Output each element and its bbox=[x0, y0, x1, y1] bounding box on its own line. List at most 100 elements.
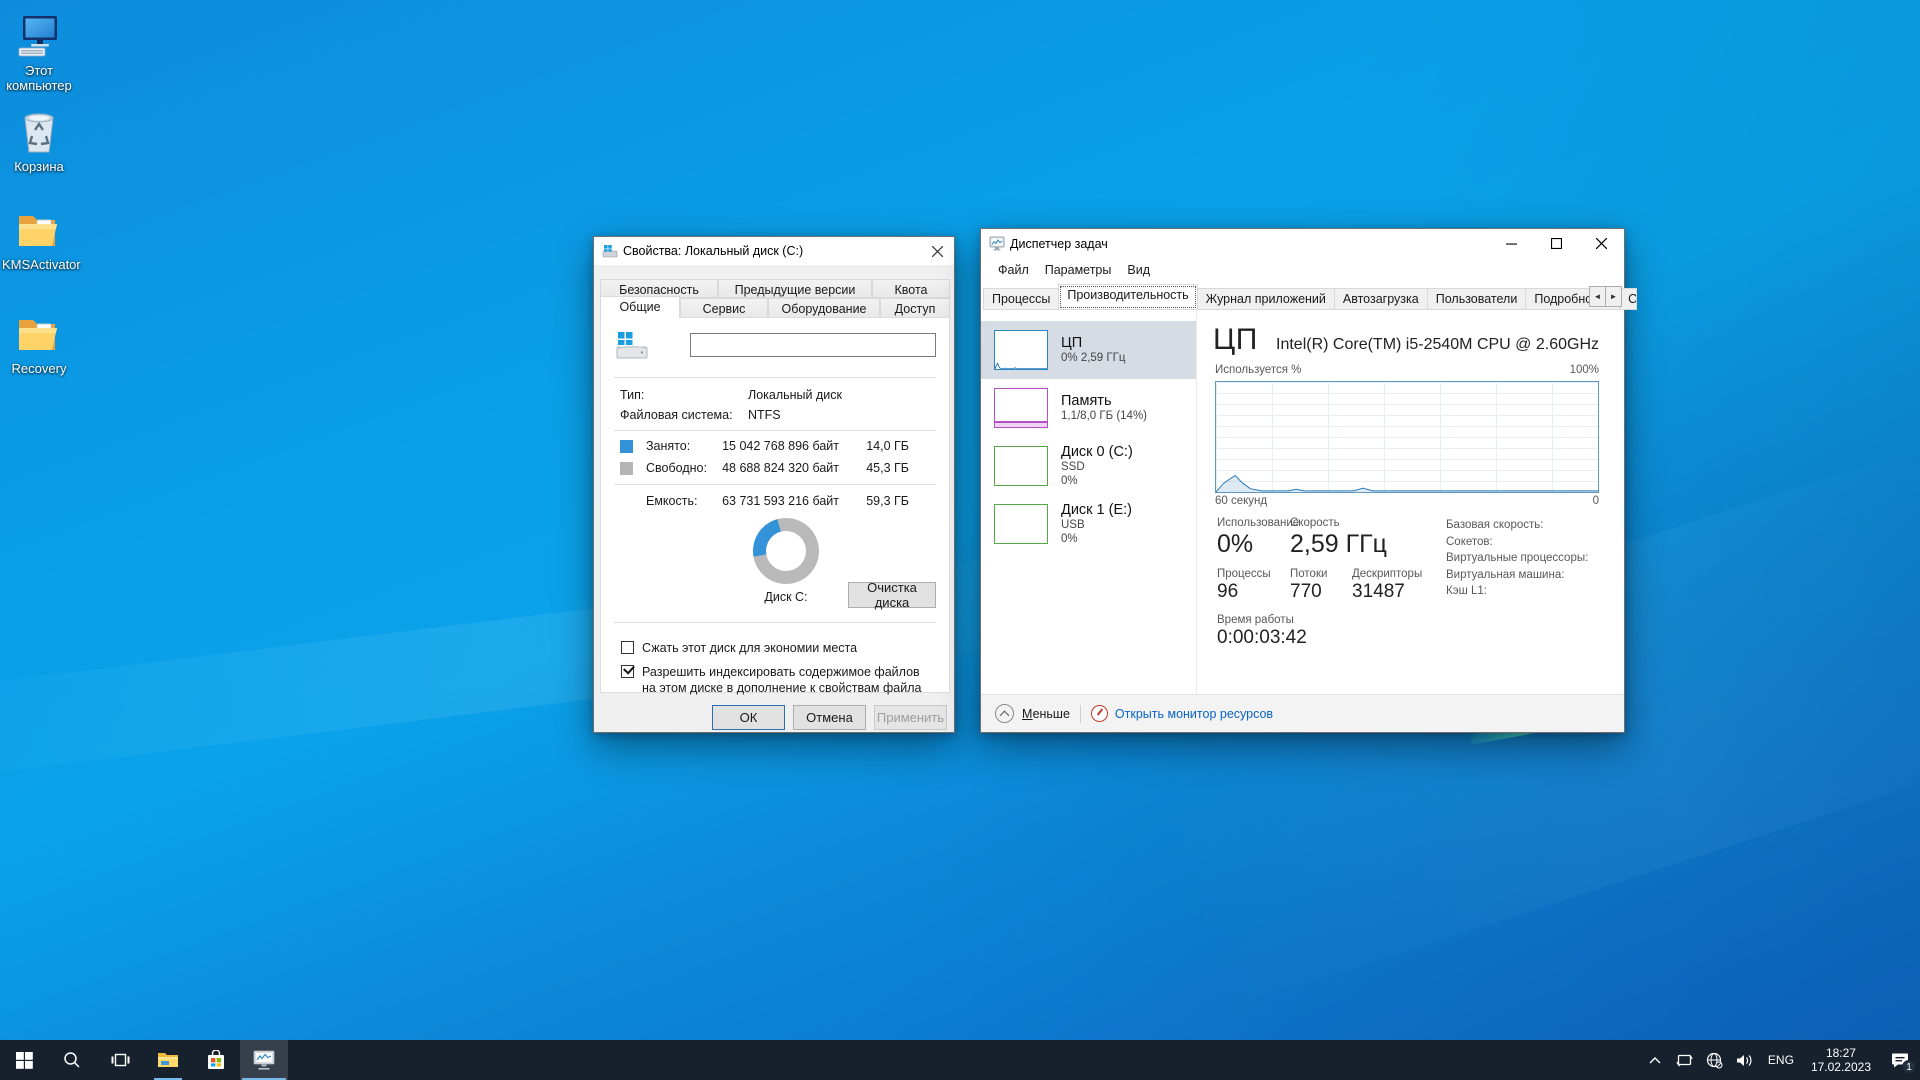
used-bytes: 15 042 768 896 байт bbox=[722, 439, 839, 453]
compress-checkbox-label: Сжать этот диск для экономии места bbox=[642, 640, 857, 656]
task-view-icon bbox=[111, 1052, 130, 1068]
close-icon[interactable] bbox=[920, 237, 954, 265]
chart-x-end: 0 bbox=[1593, 495, 1599, 507]
tm-menubar: Файл Параметры Вид bbox=[981, 258, 1624, 282]
search-button[interactable] bbox=[48, 1040, 96, 1080]
show-hidden-icons-button[interactable] bbox=[1640, 1040, 1670, 1080]
sidebar-item-memory[interactable]: Память 1,1/8,0 ГБ (14%) bbox=[981, 379, 1196, 437]
microsoft-store-icon bbox=[207, 1050, 225, 1070]
cpu-heading: ЦП bbox=[1213, 323, 1258, 357]
filesystem-value: NTFS bbox=[748, 408, 781, 422]
clock[interactable]: 18:27 17.02.2023 bbox=[1802, 1046, 1880, 1074]
tab-scroll-right-icon[interactable]: ► bbox=[1605, 286, 1622, 307]
desktop-icon-this-pc[interactable]: Этот компьютер bbox=[2, 12, 76, 93]
task-manager-window: Диспетчер задач Файл Параметры Вид Проце… bbox=[980, 228, 1625, 733]
tab-row-front: Общие Сервис Оборудование Доступ bbox=[600, 298, 950, 318]
disk1-mini-graph bbox=[994, 504, 1048, 544]
close-icon[interactable] bbox=[1579, 229, 1624, 258]
divider bbox=[614, 484, 936, 485]
tab-performance[interactable]: Производительность bbox=[1058, 284, 1197, 310]
menu-file[interactable]: Файл bbox=[990, 260, 1037, 280]
indexing-checkbox[interactable] bbox=[621, 665, 634, 678]
task-manager-taskbar-button[interactable] bbox=[240, 1040, 288, 1080]
sidebar-item-disk0[interactable]: Диск 0 (C:) SSD 0% bbox=[981, 437, 1196, 495]
language-indicator[interactable]: ENG bbox=[1760, 1053, 1802, 1067]
tab-hardware[interactable]: Оборудование bbox=[768, 298, 880, 317]
tab-users[interactable]: Пользователи bbox=[1427, 288, 1527, 310]
action-center-button[interactable]: 1 bbox=[1880, 1040, 1920, 1080]
sidebar-item-disk1[interactable]: Диск 1 (E:) USB 0% bbox=[981, 495, 1196, 553]
folder-icon bbox=[15, 206, 63, 254]
desktop-icon-recycle-bin[interactable]: Корзина bbox=[2, 108, 76, 174]
cpu-usage-chart bbox=[1215, 381, 1599, 493]
cpu-stats: Использование 0% Скорость 2,59 ГГц Проце… bbox=[1217, 517, 1422, 649]
maximize-icon[interactable] bbox=[1534, 229, 1579, 258]
disk-cleanup-button[interactable]: Очистка диска bbox=[848, 582, 936, 608]
tab-processes[interactable]: Процессы bbox=[983, 288, 1059, 310]
compress-checkbox[interactable] bbox=[621, 641, 634, 654]
ok-button[interactable]: ОК bbox=[712, 705, 785, 730]
speaker-icon bbox=[1736, 1053, 1753, 1068]
task-view-button[interactable] bbox=[96, 1040, 144, 1080]
dialog-titlebar: Свойства: Локальный диск (C:) bbox=[594, 237, 954, 265]
menu-view[interactable]: Вид bbox=[1119, 260, 1158, 280]
tm-titlebar: Диспетчер задач bbox=[981, 229, 1624, 258]
tab-quota[interactable]: Квота bbox=[872, 279, 950, 298]
system-tray: ENG 18:27 17.02.2023 1 bbox=[1640, 1040, 1920, 1080]
fewer-details-button[interactable]: Меньше bbox=[995, 704, 1070, 723]
divider bbox=[614, 622, 936, 623]
tab-scroll-left-icon[interactable]: ◄ bbox=[1589, 286, 1606, 307]
tab-general[interactable]: Общие bbox=[600, 296, 680, 318]
tab-tools[interactable]: Сервис bbox=[680, 298, 768, 317]
volume-tray-icon[interactable] bbox=[1730, 1040, 1760, 1080]
sidebar-item-cpu[interactable]: ЦП 0% 2,59 ГГц bbox=[981, 321, 1196, 379]
tab-previous-versions[interactable]: Предыдущие версии bbox=[718, 279, 872, 298]
globe-no-internet-icon bbox=[1706, 1052, 1723, 1069]
chart-y-label: Используется % bbox=[1215, 364, 1301, 376]
menu-options[interactable]: Параметры bbox=[1037, 260, 1120, 280]
open-resource-monitor-link[interactable]: Открыть монитор ресурсов bbox=[1115, 707, 1273, 721]
drive-icon bbox=[602, 243, 618, 259]
windows-logo-icon bbox=[16, 1052, 33, 1069]
type-row: Тип: Локальный диск bbox=[620, 388, 644, 402]
minimize-icon[interactable] bbox=[1489, 229, 1534, 258]
free-swatch bbox=[620, 462, 633, 475]
general-tab-page: Тип: Локальный диск Файловая система: NT… bbox=[600, 317, 950, 693]
clock-date: 17.02.2023 bbox=[1811, 1060, 1871, 1074]
display-device-tray-icon[interactable] bbox=[1670, 1040, 1700, 1080]
used-size: 14,0 ГБ bbox=[866, 439, 909, 453]
cancel-button[interactable]: Отмена bbox=[793, 705, 866, 730]
dialog-buttons: ОК Отмена Применить bbox=[712, 705, 947, 730]
compress-checkbox-row[interactable]: Сжать этот диск для экономии места bbox=[621, 640, 935, 656]
start-button[interactable] bbox=[0, 1040, 48, 1080]
desktop-icon-recovery[interactable]: Recovery bbox=[2, 310, 76, 376]
notification-badge: 1 bbox=[1902, 1060, 1916, 1074]
performance-sidebar: ЦП 0% 2,59 ГГц Память 1,1/8,0 ГБ (14%) Д… bbox=[981, 311, 1197, 694]
tab-app-history[interactable]: Журнал приложений bbox=[1197, 288, 1335, 310]
properties-tab-control: Безопасность Предыдущие версии Квота Общ… bbox=[600, 279, 950, 318]
indexing-checkbox-label: Разрешить индексировать содержимое файло… bbox=[642, 664, 935, 697]
desktop-icon-kmsactivator[interactable]: KMSActivator bbox=[2, 206, 76, 272]
resource-monitor-icon bbox=[1091, 705, 1108, 722]
microsoft-store-button[interactable] bbox=[192, 1040, 240, 1080]
free-size: 45,3 ГБ bbox=[866, 461, 909, 475]
disk0-mini-graph bbox=[994, 446, 1048, 486]
cpu-panel: ЦП Intel(R) Core(TM) i5-2540M CPU @ 2.60… bbox=[1197, 311, 1624, 694]
tab-startup[interactable]: Автозагрузка bbox=[1334, 288, 1428, 310]
apply-button[interactable]: Применить bbox=[874, 705, 947, 730]
used-space-row: Занято: 15 042 768 896 байт 14,0 ГБ bbox=[620, 439, 937, 455]
free-bytes: 48 688 824 320 байт bbox=[722, 461, 839, 475]
disk-c-label: Диск C: bbox=[721, 590, 851, 604]
disk-properties-dialog: Свойства: Локальный диск (C:) Безопаснос… bbox=[593, 236, 955, 733]
task-manager-icon bbox=[989, 236, 1005, 252]
tm-title: Диспетчер задач bbox=[1010, 237, 1108, 251]
handles-value: 31487 bbox=[1352, 581, 1422, 603]
volume-label-input[interactable] bbox=[690, 333, 936, 357]
indexing-checkbox-row[interactable]: Разрешить индексировать содержимое файло… bbox=[621, 664, 935, 697]
tab-sharing[interactable]: Доступ bbox=[880, 298, 950, 317]
file-explorer-button[interactable] bbox=[144, 1040, 192, 1080]
network-tray-icon[interactable] bbox=[1700, 1040, 1730, 1080]
processes-value: 96 bbox=[1217, 581, 1290, 603]
chart-x-label: 60 секунд bbox=[1215, 495, 1267, 507]
filesystem-row: Файловая система: NTFS bbox=[620, 408, 733, 422]
